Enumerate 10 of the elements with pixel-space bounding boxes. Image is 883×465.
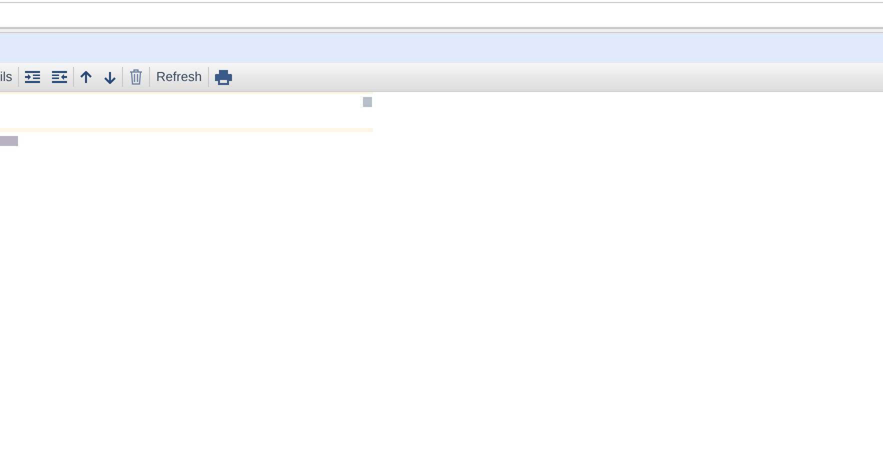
- blurred-mark: [363, 97, 372, 107]
- outdent-icon[interactable]: [52, 71, 68, 83]
- indent-icon[interactable]: [25, 71, 40, 83]
- trash-icon[interactable]: [129, 69, 144, 85]
- blurred-mark: [0, 136, 18, 146]
- down-arrow-icon[interactable]: [104, 70, 116, 84]
- printer-icon[interactable]: [214, 70, 232, 84]
- toolbar-button[interactable]: ils: [0, 67, 12, 87]
- toolbar-button[interactable]: Refresh: [156, 67, 202, 87]
- up-arrow-icon[interactable]: [80, 70, 92, 84]
